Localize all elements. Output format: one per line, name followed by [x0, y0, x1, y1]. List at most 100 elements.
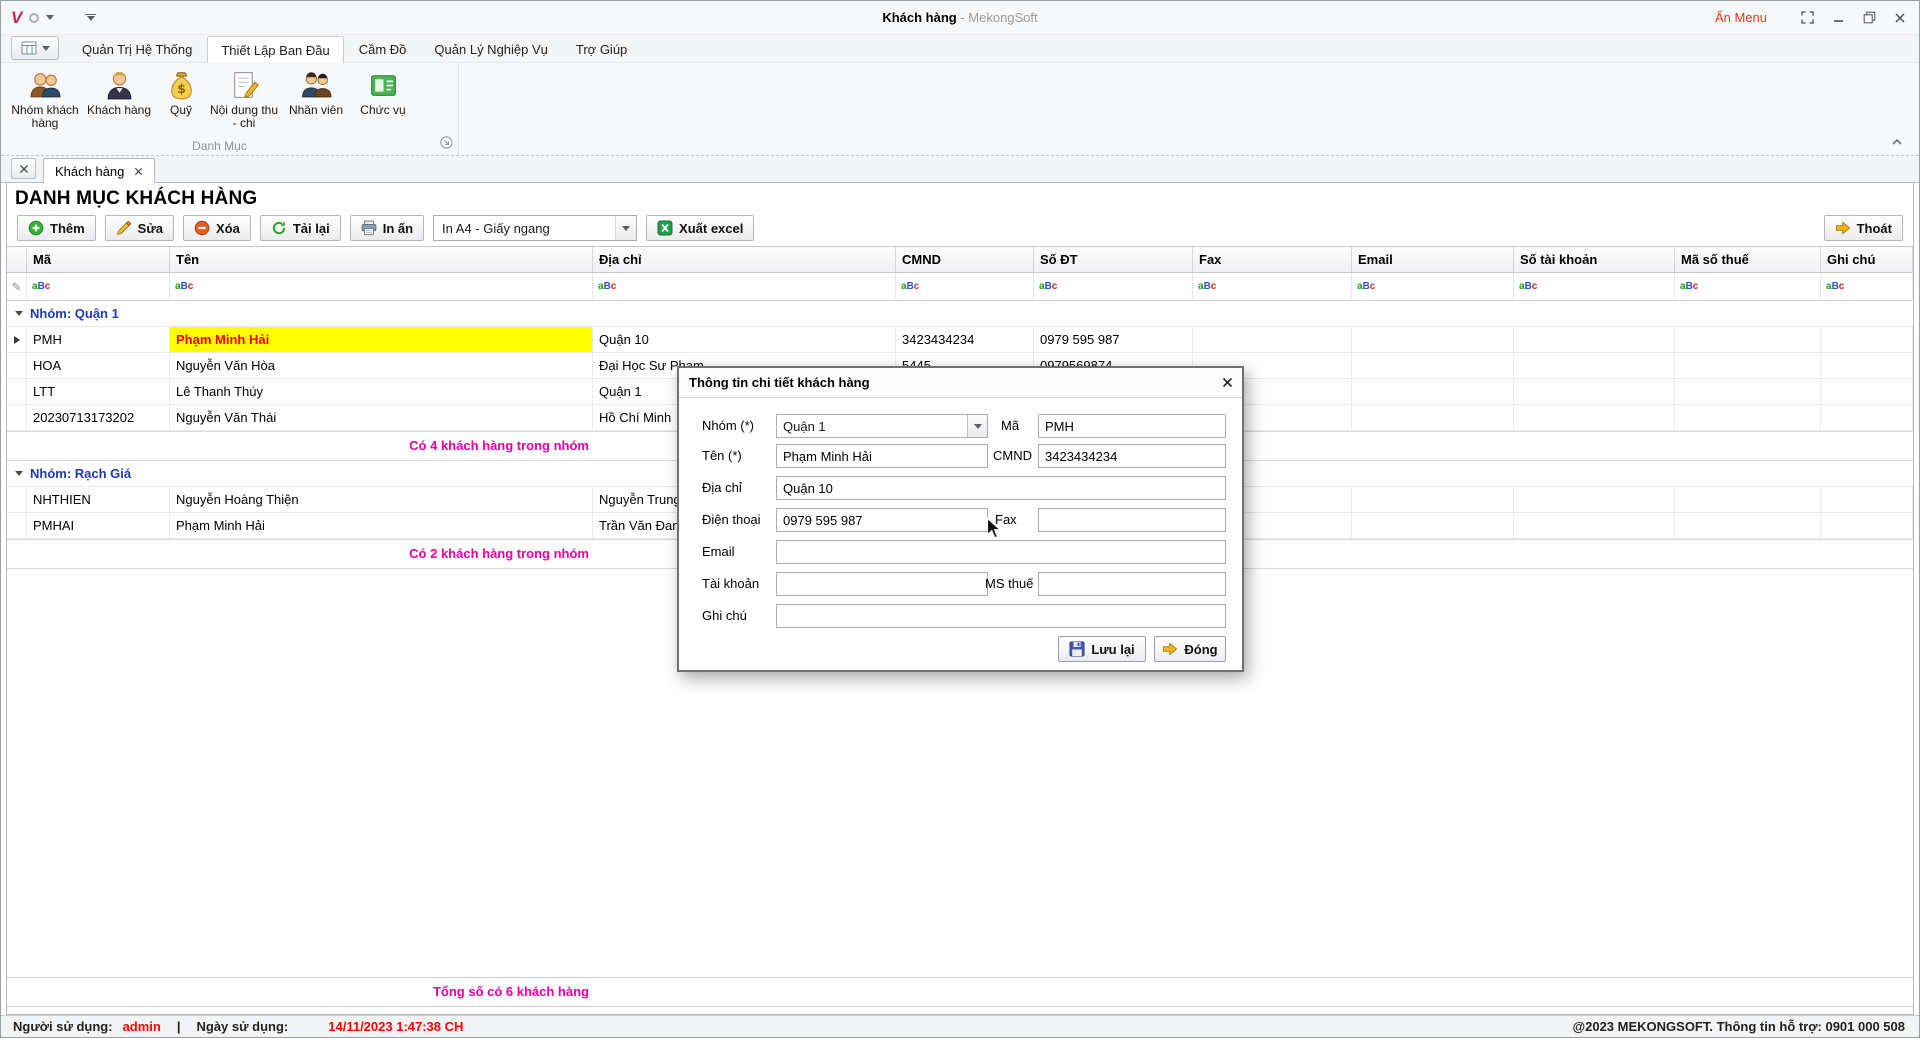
ribbon-item-nhom-khach-hang[interactable]: Nhóm khách hàng [7, 66, 83, 130]
app-menu-button[interactable] [11, 36, 59, 60]
export-excel-button[interactable]: Xuất excel [646, 215, 754, 241]
collapse-group-icon[interactable] [15, 471, 23, 476]
restore-button[interactable] [1858, 8, 1880, 28]
ribbon-tab-quan-ly-nghiep-vu[interactable]: Quản Lý Nghiệp Vụ [421, 36, 560, 62]
ribbon-tab-tro-giup[interactable]: Trợ Giúp [563, 36, 640, 62]
dialog-close-button[interactable] [1212, 368, 1242, 398]
account-input[interactable] [776, 572, 988, 596]
status-date-label: Ngày sử dụng: [197, 1019, 289, 1034]
row-indicator-header [7, 247, 27, 273]
filter-cell-dia-chi[interactable]: aBc [593, 273, 896, 301]
reload-button[interactable]: Tải lại [260, 215, 341, 241]
cell-empty [1514, 327, 1675, 353]
ribbon-item-quy[interactable]: $ Quỹ [155, 66, 207, 117]
close-button[interactable] [1889, 8, 1911, 28]
ribbon-item-khach-hang[interactable]: Khách hàng [83, 66, 155, 117]
filter-cell-so-dt[interactable]: aBc [1034, 273, 1193, 301]
toolbar-customize-icon[interactable] [85, 14, 96, 22]
ribbon-item-chuc-vu[interactable]: Chức vụ [351, 66, 415, 117]
address-input[interactable] [776, 476, 1226, 500]
hide-menu-button[interactable]: Ẩn Menu [1715, 10, 1767, 25]
group-header-row[interactable]: Nhóm: Quận 1 [7, 301, 1913, 327]
column-header-so-dt[interactable]: Số ĐT [1034, 247, 1193, 273]
code-input[interactable] [1038, 414, 1226, 438]
filter-cell-email[interactable]: aBc [1352, 273, 1514, 301]
tab-label: Khách hàng [55, 164, 124, 179]
grid-filter-row: ✎ aBc aBc aBc aBc aBc aBc aBc aBc aBc aB… [7, 273, 1913, 301]
ribbon-tab-cam-do[interactable]: Cầm Đồ [346, 36, 420, 62]
print-button[interactable]: In ấn [350, 215, 424, 241]
chevron-down-icon[interactable] [967, 415, 987, 437]
group-options-button[interactable] [440, 136, 453, 152]
chevron-down-icon[interactable] [615, 216, 636, 240]
close-all-tabs-button[interactable] [11, 158, 36, 179]
row-indicator [7, 513, 27, 539]
close-dialog-button[interactable]: Đóng [1154, 636, 1226, 662]
status-date-value: 14/11/2023 1:47:38 CH [328, 1019, 463, 1034]
exit-button[interactable]: Thoát [1824, 215, 1903, 241]
filter-cell-so-tai-khoan[interactable]: aBc [1514, 273, 1675, 301]
filter-cell-ghi-chu[interactable]: aBc [1821, 273, 1913, 301]
phone-input[interactable] [776, 508, 988, 532]
save-button[interactable]: Lưu lại [1058, 636, 1146, 662]
dialog-titlebar[interactable]: Thông tin chi tiết khách hàng [679, 368, 1242, 398]
app-logo-icon[interactable]: V [11, 9, 22, 26]
print-format-select[interactable]: In A4 - Giấy ngang [433, 215, 637, 241]
ribbon-collapse-button[interactable] [1891, 134, 1903, 149]
filter-cell-fax[interactable]: aBc [1193, 273, 1352, 301]
cmnd-label: CMND [993, 444, 1032, 468]
column-header-dia-chi[interactable]: Địa chỉ [593, 247, 896, 273]
edit-button-label: Sửa [138, 221, 163, 236]
filter-cell-ten[interactable]: aBc [170, 273, 593, 301]
mouse-cursor [986, 517, 1004, 541]
close-icon [1222, 377, 1233, 388]
filter-icon: aBc [1519, 282, 1537, 292]
ribbon-tab-thiet-lap-ban-dau[interactable]: Thiết Lập Ban Đầu [207, 36, 343, 63]
note-input[interactable] [776, 604, 1226, 628]
column-header-fax[interactable]: Fax [1193, 247, 1352, 273]
filter-cell-ma[interactable]: aBc [27, 273, 170, 301]
ribbon-item-noi-dung-thu-chi[interactable]: Nội dung thu - chi [207, 66, 281, 130]
add-button[interactable]: Thêm [17, 215, 96, 241]
tax-input[interactable] [1038, 572, 1226, 596]
chevron-down-icon[interactable] [46, 15, 54, 20]
tab-khach-hang[interactable]: Khách hàng [43, 158, 155, 183]
plus-icon [28, 220, 44, 236]
code-label: Mã [1001, 414, 1019, 438]
group-label: Nhóm (*) [702, 414, 754, 438]
row-indicator [7, 379, 27, 405]
tab-close-icon[interactable] [134, 167, 143, 176]
group-select[interactable]: Quận 1 [776, 414, 988, 438]
ribbon-group-danh-muc: Nhóm khách hàng Khách hàng $ Quỹ Nội dun… [1, 63, 459, 155]
filter-cell-ma-so-thue[interactable]: aBc [1675, 273, 1821, 301]
fullscreen-button[interactable] [1796, 8, 1818, 28]
app-menu-icon [21, 41, 37, 55]
filter-cell-cmnd[interactable]: aBc [896, 273, 1034, 301]
reload-button-label: Tải lại [293, 221, 330, 236]
collapse-group-icon[interactable] [15, 311, 23, 316]
fax-input[interactable] [1038, 508, 1226, 532]
column-header-so-tai-khoan[interactable]: Số tài khoản [1514, 247, 1675, 273]
email-label: Email [702, 540, 735, 564]
column-header-cmnd[interactable]: CMND [896, 247, 1034, 273]
statusbar: Người sử dụng: admin | Ngày sử dụng: 14/… [1, 1015, 1919, 1037]
ribbon-tab-quan-tri-he-thong[interactable]: Quản Trị Hệ Thống [69, 36, 205, 62]
group-header-label: Nhóm: Quận 1 [30, 306, 119, 321]
email-input[interactable] [776, 540, 1226, 564]
name-input[interactable] [776, 444, 988, 468]
ribbon-item-nhan-vien[interactable]: Nhân viên [281, 66, 351, 117]
column-header-ma-so-thue[interactable]: Mã số thuế [1675, 247, 1821, 273]
export-excel-button-label: Xuất excel [679, 221, 743, 236]
cmnd-input[interactable] [1038, 444, 1226, 468]
column-header-ma[interactable]: Mã [27, 247, 170, 273]
table-row[interactable]: PMH Phạm Minh Hải Quận 10 3423434234 097… [7, 327, 1913, 353]
edit-button[interactable]: Sửa [105, 215, 174, 241]
column-header-ghi-chu[interactable]: Ghi chú [1821, 247, 1913, 273]
column-header-ten[interactable]: Tên [170, 247, 593, 273]
tax-label: MS thuế [985, 572, 1033, 596]
quick-access-icon[interactable] [29, 13, 39, 23]
column-header-email[interactable]: Email [1352, 247, 1514, 273]
cell-empty [1821, 327, 1913, 353]
minimize-button[interactable] [1827, 8, 1849, 28]
delete-button[interactable]: Xóa [183, 215, 251, 241]
